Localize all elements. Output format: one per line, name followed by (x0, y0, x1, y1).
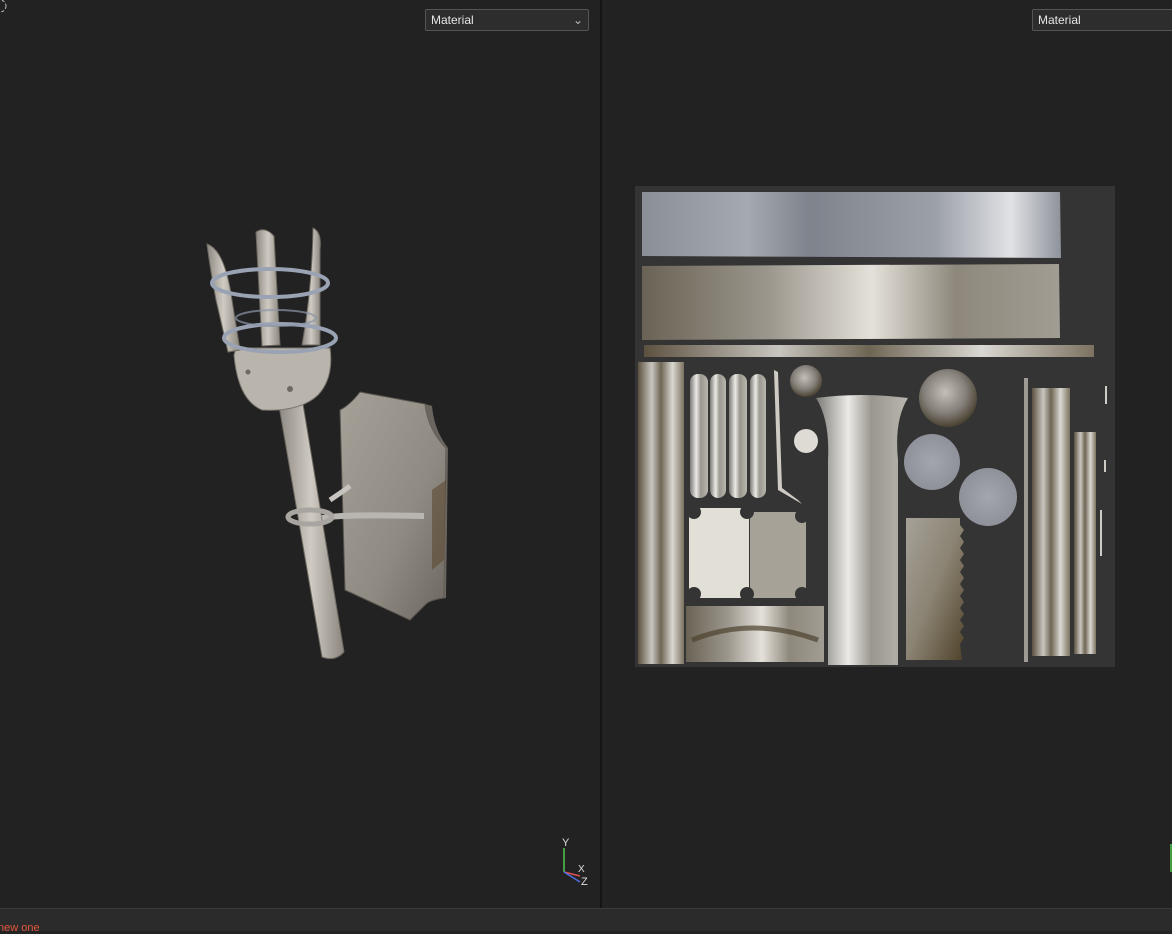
axis-y-label: Y (562, 837, 570, 849)
axis-gizmo: Y X Z (562, 837, 588, 886)
viewport-texture[interactable]: Material (602, 0, 1172, 908)
viewport-3d[interactable]: Material ⌄ Y X Z (0, 0, 600, 908)
status-message: new one (0, 922, 40, 934)
status-bar: new one (0, 908, 1172, 934)
axis-gizmo-partial (1170, 844, 1172, 872)
texture-atlas[interactable] (602, 0, 1172, 908)
torch-model[interactable] (0, 0, 600, 908)
axis-z-label: Z (581, 876, 588, 886)
axis-x-label: X (578, 864, 585, 875)
